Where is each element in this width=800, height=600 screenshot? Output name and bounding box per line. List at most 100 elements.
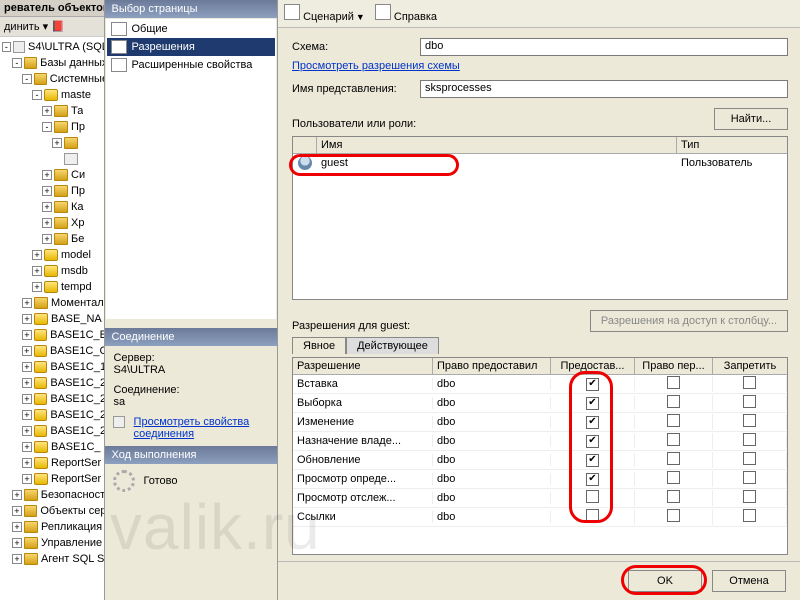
user-icon [298, 156, 312, 170]
checkbox[interactable] [743, 376, 756, 389]
tree-node[interactable]: -Пр [2, 119, 104, 135]
col-name[interactable]: Имя [317, 137, 677, 153]
perm-name: Просмотр отслеж... [293, 492, 433, 504]
tree-node[interactable]: +Объекты сер [2, 503, 104, 519]
permission-row[interactable]: Изменениеdbo✔ [293, 413, 787, 432]
checkbox[interactable] [667, 414, 680, 427]
find-button[interactable]: Найти... [714, 108, 788, 130]
checkbox[interactable]: ✔ [586, 435, 599, 448]
page-item-permissions[interactable]: Разрешения [107, 38, 275, 56]
checkbox[interactable]: ✔ [586, 378, 599, 391]
cancel-button[interactable]: Отмена [712, 570, 786, 592]
tree-node[interactable]: +Управление [2, 535, 104, 551]
permission-row[interactable]: Ссылкиdbo [293, 508, 787, 527]
checkbox[interactable] [667, 509, 680, 522]
tree-node[interactable]: +ReportSer [2, 455, 104, 471]
perm-name: Обновление [293, 454, 433, 466]
checkbox[interactable] [667, 433, 680, 446]
tree-node[interactable]: +BASE1C_1 [2, 359, 104, 375]
tree-node[interactable]: +BASE1C_2 [2, 407, 104, 423]
tree-node[interactable]: +tempd [2, 279, 104, 295]
page-item-extended[interactable]: Расширенные свойства [107, 56, 275, 74]
checkbox[interactable] [586, 509, 599, 522]
perm-grantor: dbo [433, 511, 551, 523]
col-type[interactable]: Тип [677, 137, 787, 153]
checkbox[interactable]: ✔ [586, 473, 599, 486]
checkbox[interactable]: ✔ [586, 454, 599, 467]
checkbox[interactable] [743, 395, 756, 408]
perm-name: Просмотр опреде... [293, 473, 433, 485]
tree-node[interactable]: +BASE1C_ [2, 439, 104, 455]
checkbox[interactable] [743, 471, 756, 484]
tree-node[interactable]: +ReportSer [2, 471, 104, 487]
checkbox[interactable] [743, 452, 756, 465]
col-with-grant[interactable]: Право пер... [635, 358, 713, 374]
checkbox[interactable] [743, 490, 756, 503]
ok-button[interactable]: OK [628, 570, 702, 592]
tree-node[interactable]: +Ка [2, 199, 104, 215]
users-grid: Имя Тип guest Пользователь [292, 136, 788, 300]
permission-row[interactable]: Просмотр опреде...dbo✔ [293, 470, 787, 489]
tree-node[interactable]: +Та [2, 103, 104, 119]
checkbox[interactable] [667, 376, 680, 389]
object-explorer-title: реватель объектов [0, 0, 104, 17]
col-blank[interactable] [293, 137, 317, 153]
connection-icon [113, 416, 124, 428]
script-button[interactable]: Сценарий▼ [284, 4, 365, 23]
view-schema-link[interactable]: Просмотреть разрешения схемы [292, 60, 460, 72]
tree-node[interactable]: -maste [2, 87, 104, 103]
col-deny[interactable]: Запретить [713, 358, 787, 374]
help-button[interactable]: Справка [375, 4, 437, 23]
tree-node[interactable]: +BASE1C_2 [2, 375, 104, 391]
tree-node[interactable]: +BASE1C_C [2, 343, 104, 359]
tab-explicit[interactable]: Явное [292, 337, 346, 354]
tree-node[interactable]: +Агент SQL S [2, 551, 104, 567]
tree-node[interactable]: +Репликация [2, 519, 104, 535]
page-icon [111, 22, 127, 36]
checkbox[interactable]: ✔ [586, 416, 599, 429]
tree-node[interactable]: -S4\ULTRA (SQL S [2, 39, 104, 55]
checkbox[interactable] [667, 490, 680, 503]
tree-node[interactable]: -Базы данных [2, 55, 104, 71]
tree-node[interactable]: +Безопасност [2, 487, 104, 503]
checkbox[interactable] [743, 414, 756, 427]
col-permission[interactable]: Разрешение [293, 358, 433, 374]
tree-node[interactable]: +Пр [2, 183, 104, 199]
tree-node[interactable] [2, 151, 104, 167]
checkbox[interactable] [743, 509, 756, 522]
view-connection-link[interactable]: Просмотреть свойства соединения [134, 416, 269, 440]
users-roles-label: Пользователи или роли: [292, 118, 416, 130]
tree-node[interactable]: +BASE1C_E [2, 327, 104, 343]
object-explorer-toolbar[interactable]: динить ▾ 📕 [0, 17, 104, 37]
column-permissions-button[interactable]: Разрешения на доступ к столбцу... [590, 310, 788, 332]
tree-node[interactable]: +Си [2, 167, 104, 183]
tree-node[interactable]: +Моментал [2, 295, 104, 311]
permission-row[interactable]: Назначение владе...dbo✔ [293, 432, 787, 451]
col-grantor[interactable]: Право предоставил [433, 358, 551, 374]
permission-row[interactable]: Обновлениеdbo✔ [293, 451, 787, 470]
checkbox[interactable] [667, 452, 680, 465]
tree-node[interactable]: + [2, 135, 104, 151]
checkbox[interactable] [743, 433, 756, 446]
tree-node[interactable]: +BASE1C_2 [2, 391, 104, 407]
col-grant[interactable]: Предостав... [551, 358, 635, 374]
user-row[interactable]: guest Пользователь [293, 154, 787, 172]
tree-node[interactable]: +Хр [2, 215, 104, 231]
checkbox[interactable] [667, 395, 680, 408]
perm-grantor: dbo [433, 435, 551, 447]
checkbox[interactable] [667, 471, 680, 484]
tree-node[interactable]: +msdb [2, 263, 104, 279]
tree-node[interactable]: +BASE1C_2 [2, 423, 104, 439]
checkbox[interactable] [586, 490, 599, 503]
tree-node[interactable]: +model [2, 247, 104, 263]
tab-effective[interactable]: Действующее [346, 337, 439, 354]
tree-node[interactable]: -Системные [2, 71, 104, 87]
permission-row[interactable]: Просмотр отслеж...dbo [293, 489, 787, 508]
permission-row[interactable]: Выборкаdbo✔ [293, 394, 787, 413]
permission-row[interactable]: Вставкаdbo✔ [293, 375, 787, 394]
form-panel: Сценарий▼ Справка Схема: dbo Просмотреть… [278, 0, 800, 600]
checkbox[interactable]: ✔ [586, 397, 599, 410]
tree-node[interactable]: +Бе [2, 231, 104, 247]
tree-node[interactable]: +BASE_NA [2, 311, 104, 327]
page-item-general[interactable]: Общие [107, 20, 275, 38]
